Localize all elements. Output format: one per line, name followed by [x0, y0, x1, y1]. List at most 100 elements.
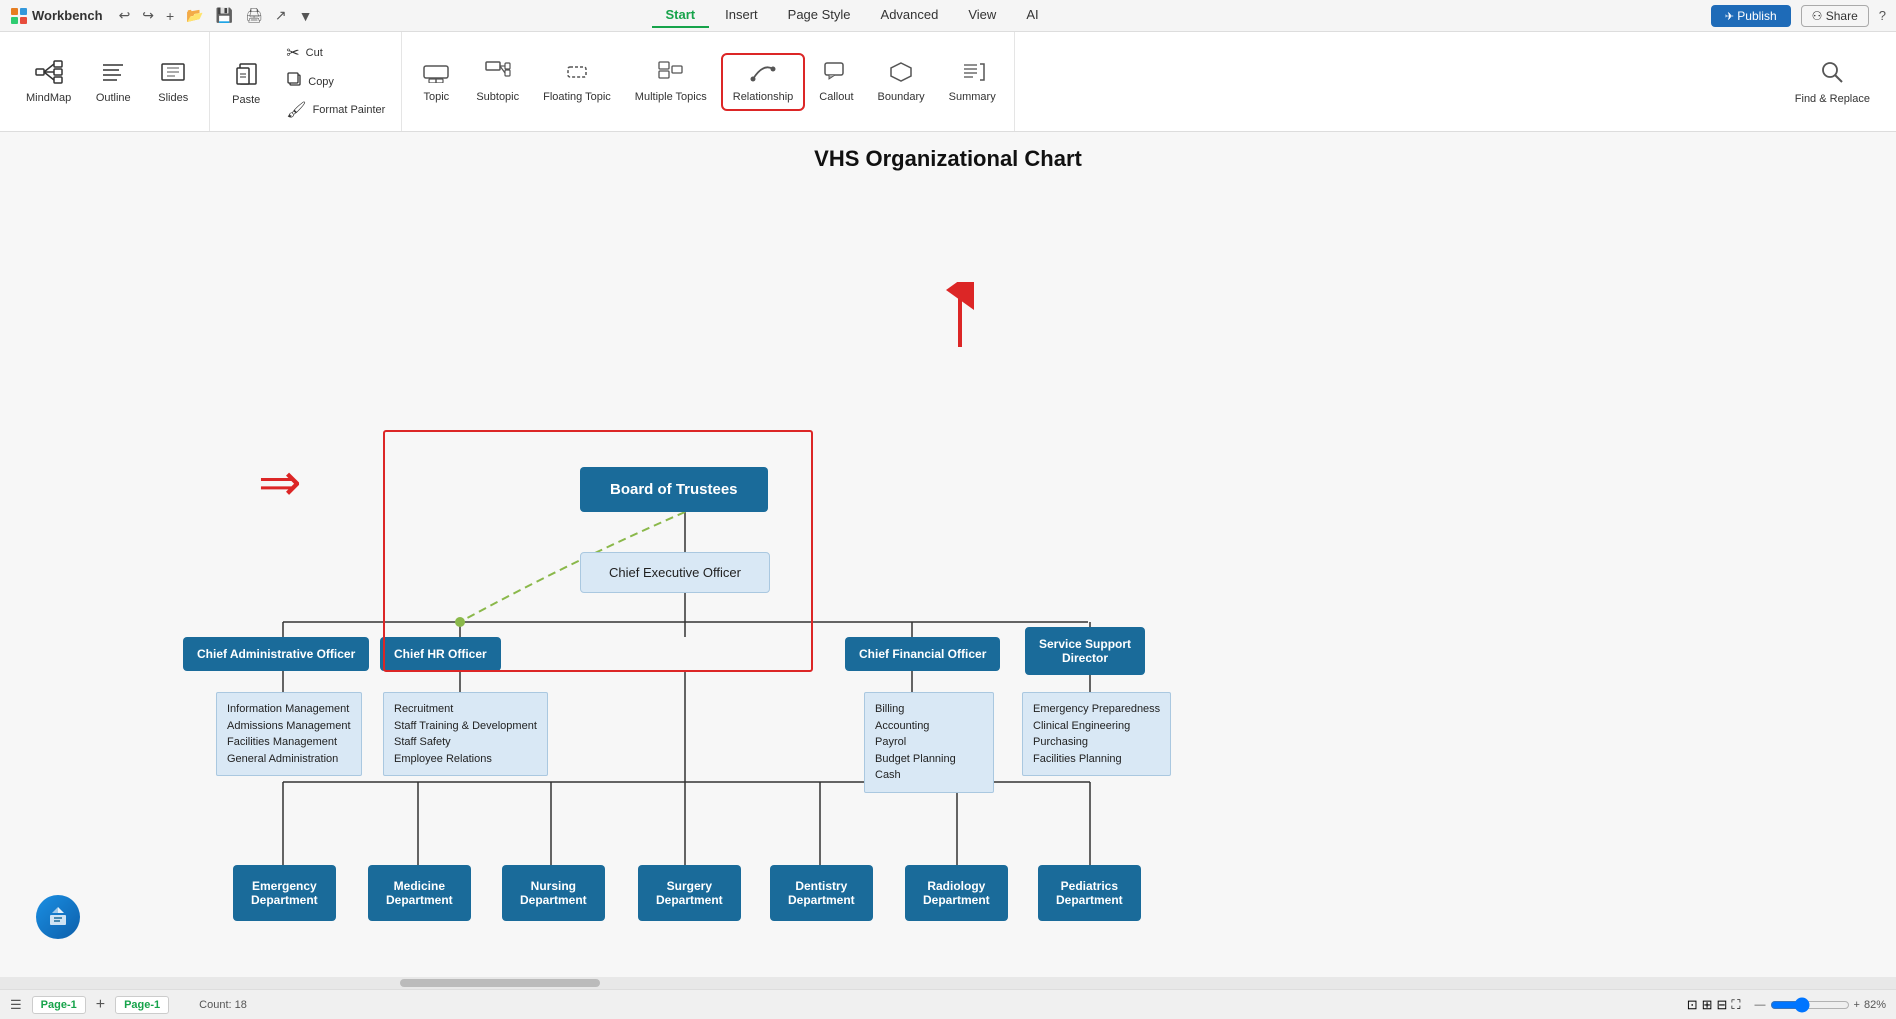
undo-button[interactable]: ↩ — [115, 5, 135, 26]
share-button[interactable]: ⚇ Share — [1801, 5, 1869, 27]
multiple-topics-label: Multiple Topics — [635, 91, 707, 103]
ssd-label: Service Support Director — [1025, 627, 1145, 675]
nursing-dept-node[interactable]: Nursing Department — [502, 865, 605, 921]
findreplace-group: Find & Replace — [1777, 32, 1888, 131]
publish-button[interactable]: ✈ Publish — [1711, 5, 1791, 27]
actual-size-button[interactable]: ⊟ — [1717, 997, 1728, 1013]
right-arrow: ⇒ — [258, 457, 302, 509]
cao-sub-line1: Information Management — [227, 701, 351, 718]
print-button[interactable]: 🖨 — [241, 5, 267, 26]
slides-button[interactable]: Slides — [145, 54, 201, 110]
horizontal-scrollbar[interactable] — [0, 977, 1896, 989]
new-button[interactable]: + — [162, 5, 178, 26]
cfo-sub-line1: Billing — [875, 701, 983, 718]
relationship-button[interactable]: Relationship — [721, 53, 806, 111]
cfo-node[interactable]: Chief Financial Officer — [845, 637, 1000, 671]
ceo-node[interactable]: Chief Executive Officer — [580, 552, 770, 593]
cao-label: Chief Administrative Officer — [183, 637, 369, 671]
tab-start[interactable]: Start — [652, 3, 710, 28]
active-page-tab[interactable]: Page-1 — [115, 996, 169, 1014]
chart-title-container: VHS Organizational Chart — [0, 146, 1896, 172]
more-button[interactable]: ▼ — [295, 5, 317, 26]
scroll-thumb[interactable] — [400, 979, 600, 987]
tab-insert[interactable]: Insert — [711, 3, 772, 28]
chro-sub-line1: Recruitment — [394, 701, 537, 718]
fullscreen-button[interactable]: ⛶ — [1731, 997, 1740, 1013]
tab-view[interactable]: View — [954, 3, 1010, 28]
paste-icon — [232, 58, 260, 90]
publish-label: Publish — [1737, 9, 1776, 23]
outline-button[interactable]: Outline — [85, 54, 141, 110]
org-chart: Board of Trustees Chief Executive Office… — [0, 172, 1896, 969]
ssd-sub-line3: Purchasing — [1033, 734, 1160, 751]
title-bar: Workbench ↩ ↪ + 📂 💾 🖨 ↗ ▼ Start Insert P… — [0, 0, 1896, 32]
chro-sub-line3: Staff Safety — [394, 734, 537, 751]
app-logo-circle[interactable] — [36, 895, 80, 939]
board-trustees-node[interactable]: Board of Trustees — [580, 467, 768, 512]
insert-group: Topic Subtopic Floating Topic Multiple T… — [402, 32, 1014, 131]
fit-width-button[interactable]: ⊞ — [1702, 997, 1713, 1013]
ssd-sub-line2: Clinical Engineering — [1033, 718, 1160, 735]
fit-page-button[interactable]: ⊡ — [1687, 997, 1698, 1013]
cut-button[interactable]: ✂ Cut — [278, 40, 393, 66]
paste-label: Paste — [232, 94, 260, 106]
open-button[interactable]: 📂 — [182, 5, 207, 26]
format-painter-button[interactable]: 🖌 Format Painter — [278, 97, 393, 123]
zoom-slider[interactable] — [1770, 997, 1850, 1013]
add-page-button[interactable]: + — [96, 996, 105, 1014]
pediatrics-dept-node[interactable]: Pediatrics Department — [1038, 865, 1141, 921]
title-actions: ✈ Publish ⚇ Share ? — [1711, 5, 1886, 27]
cao-sub-line4: General Administration — [227, 751, 351, 768]
floating-topic-label: Floating Topic — [543, 91, 611, 103]
format-painter-icon: 🖌 — [286, 100, 306, 120]
format-painter-label: Format Painter — [313, 104, 386, 116]
boundary-button[interactable]: Boundary — [868, 55, 935, 109]
copy-label: Copy — [308, 76, 334, 88]
cao-node[interactable]: Chief Administrative Officer — [183, 637, 369, 671]
subtopic-label: Subtopic — [476, 91, 519, 103]
emergency-dept-node[interactable]: Emergency Department — [233, 865, 336, 921]
medicine-dept-node[interactable]: Medicine Department — [368, 865, 471, 921]
tab-advanced[interactable]: Advanced — [867, 3, 953, 28]
cfo-sub-node: Billing Accounting Payrol Budget Plannin… — [864, 692, 994, 793]
mindmap-button[interactable]: MindMap — [16, 54, 81, 110]
copy-button[interactable]: Copy — [278, 68, 393, 95]
dentistry-dept-node[interactable]: Dentistry Department — [770, 865, 873, 921]
save-button[interactable]: 💾 — [212, 5, 237, 26]
page-tab[interactable]: Page-1 — [32, 996, 86, 1014]
help-button[interactable]: ? — [1879, 8, 1886, 23]
chro-sub-line2: Staff Training & Development — [394, 718, 537, 735]
topic-label: Topic — [423, 91, 449, 103]
slides-icon — [159, 60, 187, 88]
multiple-topics-button[interactable]: Multiple Topics — [625, 55, 717, 109]
zoom-value: 82% — [1864, 999, 1886, 1011]
find-replace-button[interactable]: Find & Replace — [1785, 53, 1880, 111]
cut-label: Cut — [306, 47, 323, 59]
summary-button[interactable]: Summary — [939, 55, 1006, 109]
paste-button[interactable]: Paste — [218, 52, 274, 112]
callout-icon — [823, 61, 849, 87]
floating-topic-button[interactable]: Floating Topic — [533, 55, 621, 109]
cfo-sub-line5: Cash — [875, 767, 983, 784]
redo-button[interactable]: ↪ — [138, 5, 158, 26]
radiology-dept-node[interactable]: Radiology Department — [905, 865, 1008, 921]
chro-node[interactable]: Chief HR Officer — [380, 637, 501, 671]
ssd-node[interactable]: Service Support Director — [1025, 627, 1145, 675]
app-logo: Workbench — [10, 7, 103, 25]
tab-ai[interactable]: AI — [1012, 3, 1052, 28]
export-button[interactable]: ↗ — [271, 5, 291, 26]
tab-page-style[interactable]: Page Style — [774, 3, 865, 28]
outline-icon — [99, 60, 127, 88]
cfo-sub-line2: Accounting — [875, 718, 983, 735]
callout-button[interactable]: Callout — [809, 55, 863, 109]
topic-button[interactable]: Topic — [410, 55, 462, 109]
subtopic-button[interactable]: Subtopic — [466, 55, 529, 109]
cut-copy-format-group: ✂ Cut Copy 🖌 Format Painter — [278, 40, 393, 123]
surgery-dept-node[interactable]: Surgery Department — [638, 865, 741, 921]
undo-redo-group: ↩ ↪ + 📂 💾 🖨 ↗ ▼ — [115, 5, 317, 26]
pages-toggle[interactable]: ☰ — [10, 997, 22, 1013]
chro-sub-line4: Employee Relations — [394, 751, 537, 768]
boundary-label: Boundary — [878, 91, 925, 103]
ssd-sub-node: Emergency Preparedness Clinical Engineer… — [1022, 692, 1171, 776]
ribbon: MindMap Outline Slides Paste ✂ Cut — [0, 32, 1896, 132]
